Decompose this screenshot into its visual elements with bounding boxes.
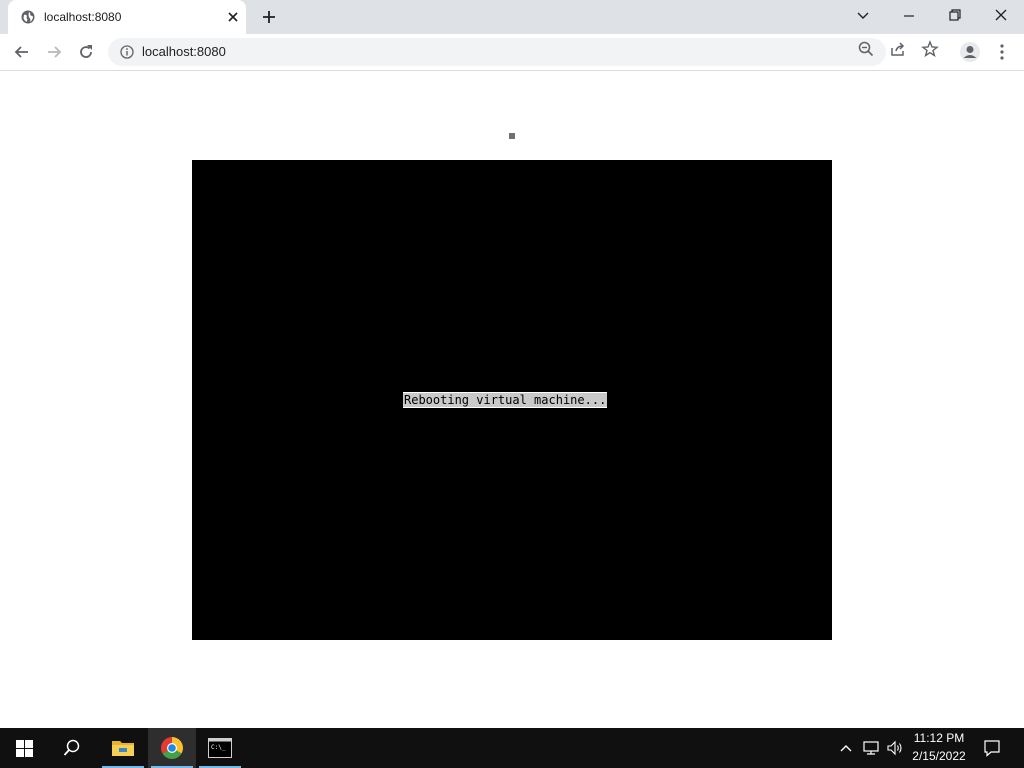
globe-icon	[21, 10, 35, 24]
tab-search-icon[interactable]	[852, 6, 874, 26]
page-content: Rebooting virtual machine...	[0, 71, 1024, 728]
new-tab-icon[interactable]	[260, 8, 278, 26]
clock-time[interactable]: 11:12 PM	[900, 731, 978, 745]
zoom-out-icon[interactable]	[857, 40, 875, 58]
browser-toolbar: localhost:8080	[0, 34, 1024, 71]
back-arrow-icon[interactable]	[12, 42, 32, 62]
svg-text:C:\_: C:\_	[211, 744, 226, 751]
close-tab-icon[interactable]	[226, 10, 240, 24]
file-explorer-icon	[112, 741, 134, 756]
tab-title: localhost:8080	[44, 10, 122, 24]
share-icon[interactable]	[889, 40, 907, 58]
status-indicator	[509, 133, 515, 139]
action-center-icon[interactable]	[982, 738, 1002, 758]
forward-arrow-icon[interactable]	[44, 42, 64, 62]
search-icon	[63, 739, 80, 756]
clock-date[interactable]: 2/15/2022	[900, 749, 978, 763]
menu-kebab-icon[interactable]	[992, 42, 1012, 62]
url-text[interactable]: localhost:8080	[142, 44, 226, 59]
file-explorer-button[interactable]	[99, 728, 147, 768]
address-bar[interactable]: localhost:8080	[108, 38, 886, 66]
taskbar: C:\_ 11:12 PM 2/15/2022	[0, 728, 1024, 768]
show-hidden-icons-icon[interactable]	[836, 738, 856, 758]
restore-icon[interactable]	[944, 6, 966, 26]
start-button[interactable]	[0, 728, 48, 768]
command-prompt-button[interactable]: C:\_	[196, 728, 244, 768]
vm-screen[interactable]: Rebooting virtual machine...	[192, 160, 832, 640]
browser-tab[interactable]: localhost:8080	[8, 0, 246, 34]
windows-logo-icon	[16, 740, 33, 757]
command-prompt-icon: C:\_	[208, 738, 232, 758]
reload-icon[interactable]	[76, 42, 96, 62]
network-icon[interactable]	[861, 738, 881, 758]
bookmark-star-icon[interactable]	[921, 40, 939, 58]
chrome-icon	[161, 737, 183, 759]
vm-status-text: Rebooting virtual machine...	[403, 392, 608, 408]
site-info-icon[interactable]	[120, 45, 134, 59]
profile-avatar-icon[interactable]	[959, 41, 981, 63]
close-window-icon[interactable]	[990, 6, 1012, 26]
tab-strip: localhost:8080	[0, 0, 1024, 34]
chrome-button[interactable]	[148, 728, 196, 768]
minimize-icon[interactable]	[898, 6, 920, 26]
search-button[interactable]	[48, 728, 96, 768]
